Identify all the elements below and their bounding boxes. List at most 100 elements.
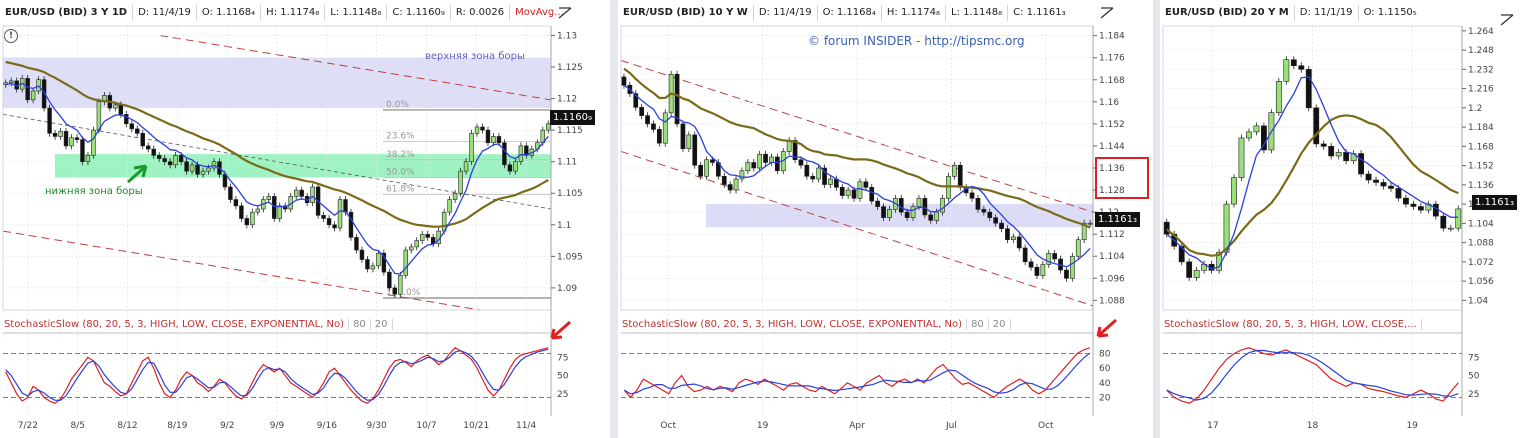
candle <box>173 155 178 166</box>
candle <box>656 129 662 144</box>
y-tick-label: 1.105 <box>557 189 583 199</box>
candle <box>710 159 715 163</box>
candle <box>804 164 810 177</box>
candle <box>502 142 507 166</box>
candle <box>178 155 184 162</box>
y-tick-label: 1.088 <box>1468 239 1494 249</box>
candle <box>63 131 69 147</box>
y-tick-label: 1.2 <box>1468 104 1482 114</box>
stoch-oversold: 20 <box>989 318 1011 330</box>
candle <box>518 145 524 162</box>
candle <box>881 206 886 218</box>
stoch-title[interactable]: StochasticSlow (80, 20, 5, 3, HIGH, LOW,… <box>618 318 968 330</box>
candle <box>645 115 650 125</box>
candle <box>266 196 271 200</box>
y-tick-label: 1.216 <box>1468 85 1494 95</box>
candle <box>507 164 513 172</box>
candle <box>167 161 173 166</box>
x-tick-label: Apr <box>849 421 865 431</box>
candle <box>452 192 458 200</box>
candle <box>674 73 680 125</box>
candle <box>463 161 469 172</box>
candle <box>272 196 277 219</box>
candle <box>200 170 206 175</box>
candle <box>414 240 419 248</box>
last-price-tag: 1.1161₃ <box>1095 212 1140 227</box>
candle <box>904 211 910 218</box>
candle <box>228 186 233 200</box>
candle <box>1253 125 1260 133</box>
candle <box>1358 153 1365 175</box>
candle <box>370 265 376 270</box>
y-tick-label: 1.176 <box>1099 54 1125 64</box>
candle <box>146 145 151 150</box>
candle <box>651 123 656 130</box>
candle <box>1417 206 1424 211</box>
candle <box>1380 182 1387 187</box>
panel-divider[interactable] <box>1153 0 1160 438</box>
candle <box>751 162 757 169</box>
candle <box>1064 269 1069 279</box>
candle <box>1388 185 1394 189</box>
candle <box>916 198 922 207</box>
candle <box>74 137 80 140</box>
candle <box>857 181 863 199</box>
candle <box>1075 239 1081 257</box>
candle <box>239 205 244 219</box>
y-tick-label: 1.168 <box>1099 76 1125 86</box>
candle <box>686 134 692 149</box>
fib-level-label: 100.0% <box>386 288 421 298</box>
candle <box>135 128 140 134</box>
candle <box>184 161 189 172</box>
price-chart[interactable]: 0.0%23.6%38.2%50.0%61.8%100.0%1.131.1251… <box>0 0 610 438</box>
x-tick-label: 18 <box>1307 421 1319 431</box>
y-tick-label: 1.088 <box>1099 296 1125 306</box>
chart-panel-weekly: EUR/USD (BID) 10 Y W D: 11/4/19 O: 1.116… <box>618 0 1153 438</box>
y-tick-label: 1.125 <box>557 63 583 73</box>
candle <box>1022 247 1028 263</box>
candle <box>277 205 282 219</box>
candle <box>727 184 733 191</box>
candle <box>1010 236 1016 240</box>
panel-divider[interactable] <box>610 0 618 438</box>
candle <box>798 159 804 166</box>
y-tick-label: 1.248 <box>1468 46 1494 56</box>
x-tick-label: 19 <box>757 421 769 431</box>
candle <box>1290 59 1297 67</box>
candle <box>898 198 904 213</box>
stoch-header: StochasticSlow (80, 20, 5, 3, HIGH, LOW,… <box>1160 315 1523 333</box>
candle <box>1238 137 1245 178</box>
candle <box>1034 266 1040 276</box>
candle <box>206 167 211 172</box>
candle <box>763 153 768 163</box>
candle <box>156 155 162 159</box>
candle <box>851 189 857 199</box>
price-chart[interactable]: 1.264 1.248 1.232 1.216 1.2 1.184 1.168 1.152 1.… <box>1160 0 1523 438</box>
y-tick-label: 1.13 <box>557 31 577 41</box>
candle <box>1046 253 1052 265</box>
candle <box>922 198 928 216</box>
stoch-title[interactable]: StochasticSlow (80, 20, 5, 3, HIGH, LOW,… <box>0 318 350 330</box>
price-chart[interactable]: 1.1841.1761.1681.161.1521.1441.1361.1281… <box>618 0 1153 438</box>
stoch-title[interactable]: StochasticSlow (80, 20, 5, 3, HIGH, LOW,… <box>1160 318 1422 330</box>
candle <box>993 217 999 224</box>
candle <box>52 132 58 137</box>
candle <box>910 206 916 218</box>
candle <box>140 132 145 147</box>
x-tick-label: 17 <box>1207 421 1218 431</box>
x-tick-label: 8/19 <box>167 421 187 431</box>
candle <box>233 199 239 207</box>
candle <box>337 199 343 229</box>
x-tick-label: 8/5 <box>70 421 84 431</box>
candle <box>129 123 134 130</box>
candle <box>1320 143 1327 147</box>
y-tick-label: 1.144 <box>1099 142 1125 152</box>
candle <box>420 233 425 241</box>
y-tick-label: 1.04 <box>1468 296 1488 306</box>
x-tick-label: 9/2 <box>220 421 234 431</box>
candle <box>1028 261 1034 268</box>
x-tick-label: 9/9 <box>270 421 285 431</box>
candle <box>1040 264 1046 276</box>
candle <box>845 189 851 196</box>
stoch-header: StochasticSlow (80, 20, 5, 3, HIGH, LOW,… <box>0 315 610 333</box>
